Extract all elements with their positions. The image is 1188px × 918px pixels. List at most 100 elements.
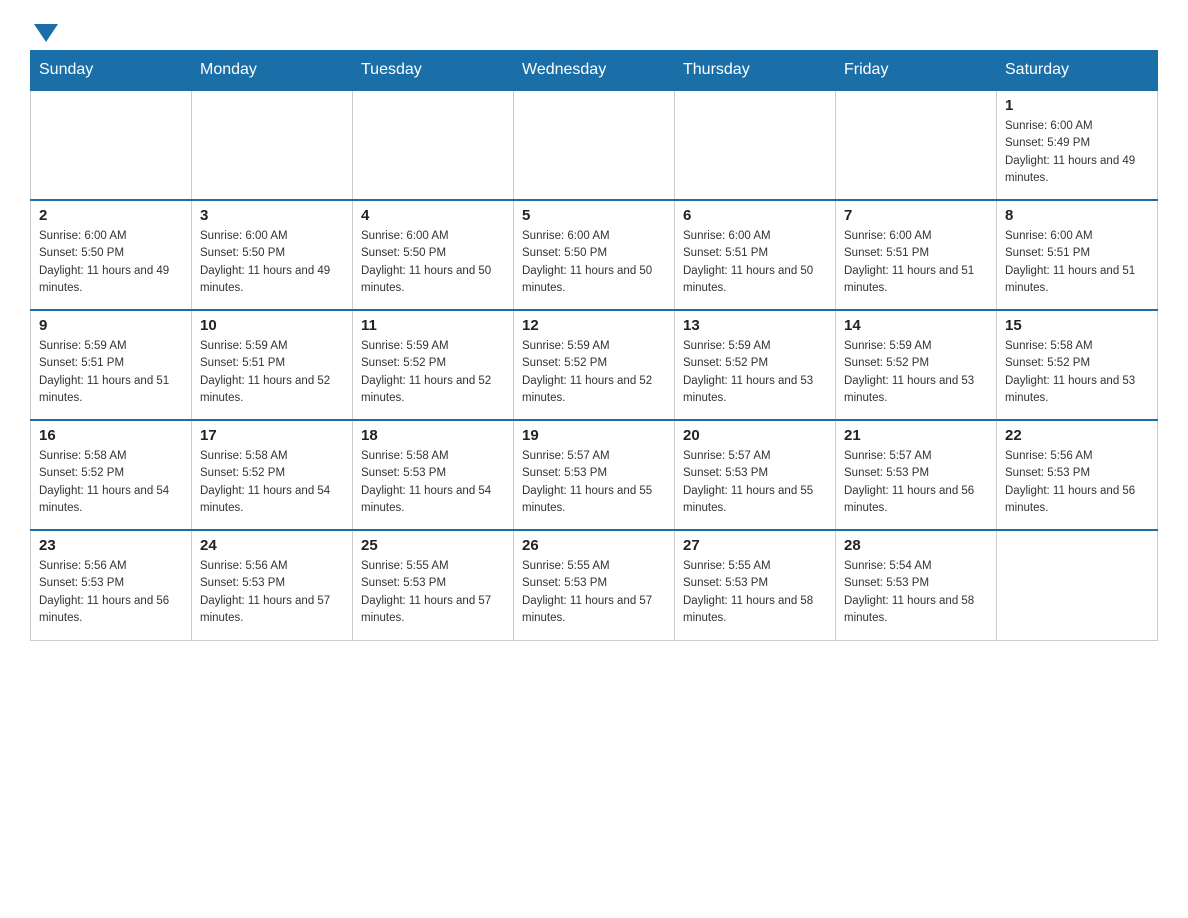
day-info: Sunrise: 5:55 AMSunset: 5:53 PMDaylight:… <box>683 558 827 627</box>
calendar-cell: 11 Sunrise: 5:59 AMSunset: 5:52 PMDayligh… <box>353 310 514 420</box>
day-info: Sunrise: 5:56 AMSunset: 5:53 PMDaylight:… <box>1005 448 1149 517</box>
calendar-cell <box>192 90 353 200</box>
calendar-table: SundayMondayTuesdayWednesdayThursdayFrid… <box>30 50 1158 641</box>
calendar-cell: 26 Sunrise: 5:55 AMSunset: 5:53 PMDayligh… <box>514 530 675 640</box>
week-row-4: 16 Sunrise: 5:58 AMSunset: 5:52 PMDayligh… <box>31 420 1158 530</box>
day-number: 26 <box>522 537 666 554</box>
day-number: 20 <box>683 427 827 444</box>
calendar-cell: 2 Sunrise: 6:00 AMSunset: 5:50 PMDaylight… <box>31 200 192 310</box>
day-number: 15 <box>1005 317 1149 334</box>
day-info: Sunrise: 5:59 AMSunset: 5:51 PMDaylight:… <box>200 338 344 407</box>
calendar-cell: 27 Sunrise: 5:55 AMSunset: 5:53 PMDayligh… <box>675 530 836 640</box>
day-number: 9 <box>39 317 183 334</box>
calendar-cell: 10 Sunrise: 5:59 AMSunset: 5:51 PMDayligh… <box>192 310 353 420</box>
day-number: 22 <box>1005 427 1149 444</box>
calendar-cell: 28 Sunrise: 5:54 AMSunset: 5:53 PMDayligh… <box>836 530 997 640</box>
day-info: Sunrise: 5:59 AMSunset: 5:52 PMDaylight:… <box>522 338 666 407</box>
day-number: 10 <box>200 317 344 334</box>
calendar-cell: 5 Sunrise: 6:00 AMSunset: 5:50 PMDaylight… <box>514 200 675 310</box>
day-info: Sunrise: 5:57 AMSunset: 5:53 PMDaylight:… <box>522 448 666 517</box>
calendar-cell <box>514 90 675 200</box>
day-header-wednesday: Wednesday <box>514 51 675 91</box>
day-number: 5 <box>522 207 666 224</box>
day-info: Sunrise: 5:56 AMSunset: 5:53 PMDaylight:… <box>39 558 183 627</box>
day-info: Sunrise: 5:55 AMSunset: 5:53 PMDaylight:… <box>522 558 666 627</box>
calendar-cell: 9Sunrise: 5:59 AMSunset: 5:51 PMDaylight… <box>31 310 192 420</box>
day-number: 16 <box>39 427 183 444</box>
calendar-cell: 13Sunrise: 5:59 AMSunset: 5:52 PMDayligh… <box>675 310 836 420</box>
calendar-cell <box>353 90 514 200</box>
day-number: 19 <box>522 427 666 444</box>
calendar-cell: 24 Sunrise: 5:56 AMSunset: 5:53 PMDayligh… <box>192 530 353 640</box>
day-info: Sunrise: 6:00 AMSunset: 5:49 PMDaylight:… <box>1005 118 1149 187</box>
calendar-cell: 18 Sunrise: 5:58 AMSunset: 5:53 PMDayligh… <box>353 420 514 530</box>
day-info: Sunrise: 6:00 AMSunset: 5:50 PMDaylight:… <box>522 228 666 297</box>
day-number: 12 <box>522 317 666 334</box>
day-number: 23 <box>39 537 183 554</box>
day-info: Sunrise: 5:59 AMSunset: 5:52 PMDaylight:… <box>361 338 505 407</box>
day-info: Sunrise: 5:59 AMSunset: 5:52 PMDaylight:… <box>844 338 988 407</box>
day-number: 17 <box>200 427 344 444</box>
day-number: 6 <box>683 207 827 224</box>
logo-arrow-icon <box>34 24 58 42</box>
day-info: Sunrise: 5:54 AMSunset: 5:53 PMDaylight:… <box>844 558 988 627</box>
day-info: Sunrise: 6:00 AMSunset: 5:50 PMDaylight:… <box>361 228 505 297</box>
day-info: Sunrise: 6:00 AMSunset: 5:51 PMDaylight:… <box>844 228 988 297</box>
week-row-1: 1 Sunrise: 6:00 AMSunset: 5:49 PMDaylight… <box>31 90 1158 200</box>
calendar-cell: 16 Sunrise: 5:58 AMSunset: 5:52 PMDayligh… <box>31 420 192 530</box>
calendar-cell: 6 Sunrise: 6:00 AMSunset: 5:51 PMDaylight… <box>675 200 836 310</box>
calendar-cell: 3 Sunrise: 6:00 AMSunset: 5:50 PMDaylight… <box>192 200 353 310</box>
week-row-3: 9 Sunrise: 5:59 AMSunset: 5:51 PMDaylight… <box>31 310 1158 420</box>
day-number: 24 <box>200 537 344 554</box>
day-number: 1 <box>1005 97 1149 114</box>
calendar-cell: 19 Sunrise: 5:57 AMSunset: 5:53 PMDayligh… <box>514 420 675 530</box>
day-info: Sunrise: 5:56 AMSunset: 5:53 PMDaylight:… <box>200 558 344 627</box>
calendar-cell: 20 Sunrise: 5:57 AMSunset: 5:53 PMDayligh… <box>675 420 836 530</box>
day-number: 14 <box>844 317 988 334</box>
week-row-2: 2 Sunrise: 6:00 AMSunset: 5:50 PMDaylight… <box>31 200 1158 310</box>
day-info: Sunrise: 5:55 AMSunset: 5:53 PMDaylight:… <box>361 558 505 627</box>
day-header-sunday: Sunday <box>31 51 192 91</box>
calendar-cell <box>675 90 836 200</box>
day-info: Sunrise: 5:58 AMSunset: 5:53 PMDaylight:… <box>361 448 505 517</box>
day-number: 21 <box>844 427 988 444</box>
day-number: 28 <box>844 537 988 554</box>
calendar-cell: 25 Sunrise: 5:55 AMSunset: 5:53 PMDayligh… <box>353 530 514 640</box>
calendar-cell: 12 Sunrise: 5:59 AMSunset: 5:52 PMDayligh… <box>514 310 675 420</box>
day-number: 8 <box>1005 207 1149 224</box>
day-number: 13 <box>683 317 827 334</box>
calendar-cell: 21Sunrise: 5:57 AMSunset: 5:53 PMDayligh… <box>836 420 997 530</box>
calendar-cell <box>31 90 192 200</box>
day-info: Sunrise: 6:00 AMSunset: 5:50 PMDaylight:… <box>200 228 344 297</box>
day-number: 7 <box>844 207 988 224</box>
day-info: Sunrise: 5:58 AMSunset: 5:52 PMDaylight:… <box>39 448 183 517</box>
day-header-friday: Friday <box>836 51 997 91</box>
day-info: Sunrise: 6:00 AMSunset: 5:50 PMDaylight:… <box>39 228 183 297</box>
calendar-cell: 7 Sunrise: 6:00 AMSunset: 5:51 PMDaylight… <box>836 200 997 310</box>
calendar-cell <box>836 90 997 200</box>
header <box>30 20 1158 40</box>
day-header-monday: Monday <box>192 51 353 91</box>
day-header-tuesday: Tuesday <box>353 51 514 91</box>
day-number: 3 <box>200 207 344 224</box>
calendar-cell <box>997 530 1158 640</box>
calendar-cell: 1 Sunrise: 6:00 AMSunset: 5:49 PMDaylight… <box>997 90 1158 200</box>
calendar-cell: 14 Sunrise: 5:59 AMSunset: 5:52 PMDayligh… <box>836 310 997 420</box>
calendar-cell: 15 Sunrise: 5:58 AMSunset: 5:52 PMDayligh… <box>997 310 1158 420</box>
day-header-thursday: Thursday <box>675 51 836 91</box>
day-info: Sunrise: 6:00 AMSunset: 5:51 PMDaylight:… <box>1005 228 1149 297</box>
day-info: Sunrise: 5:57 AMSunset: 5:53 PMDaylight:… <box>683 448 827 517</box>
calendar-cell: 4 Sunrise: 6:00 AMSunset: 5:50 PMDaylight… <box>353 200 514 310</box>
day-number: 18 <box>361 427 505 444</box>
day-number: 2 <box>39 207 183 224</box>
day-info: Sunrise: 6:00 AMSunset: 5:51 PMDaylight:… <box>683 228 827 297</box>
day-number: 11 <box>361 317 505 334</box>
calendar-cell: 23 Sunrise: 5:56 AMSunset: 5:53 PMDayligh… <box>31 530 192 640</box>
calendar-cell: 8 Sunrise: 6:00 AMSunset: 5:51 PMDaylight… <box>997 200 1158 310</box>
calendar-cell: 22 Sunrise: 5:56 AMSunset: 5:53 PMDayligh… <box>997 420 1158 530</box>
day-number: 27 <box>683 537 827 554</box>
day-info: Sunrise: 5:58 AMSunset: 5:52 PMDaylight:… <box>1005 338 1149 407</box>
day-number: 4 <box>361 207 505 224</box>
logo <box>30 20 58 40</box>
day-number: 25 <box>361 537 505 554</box>
